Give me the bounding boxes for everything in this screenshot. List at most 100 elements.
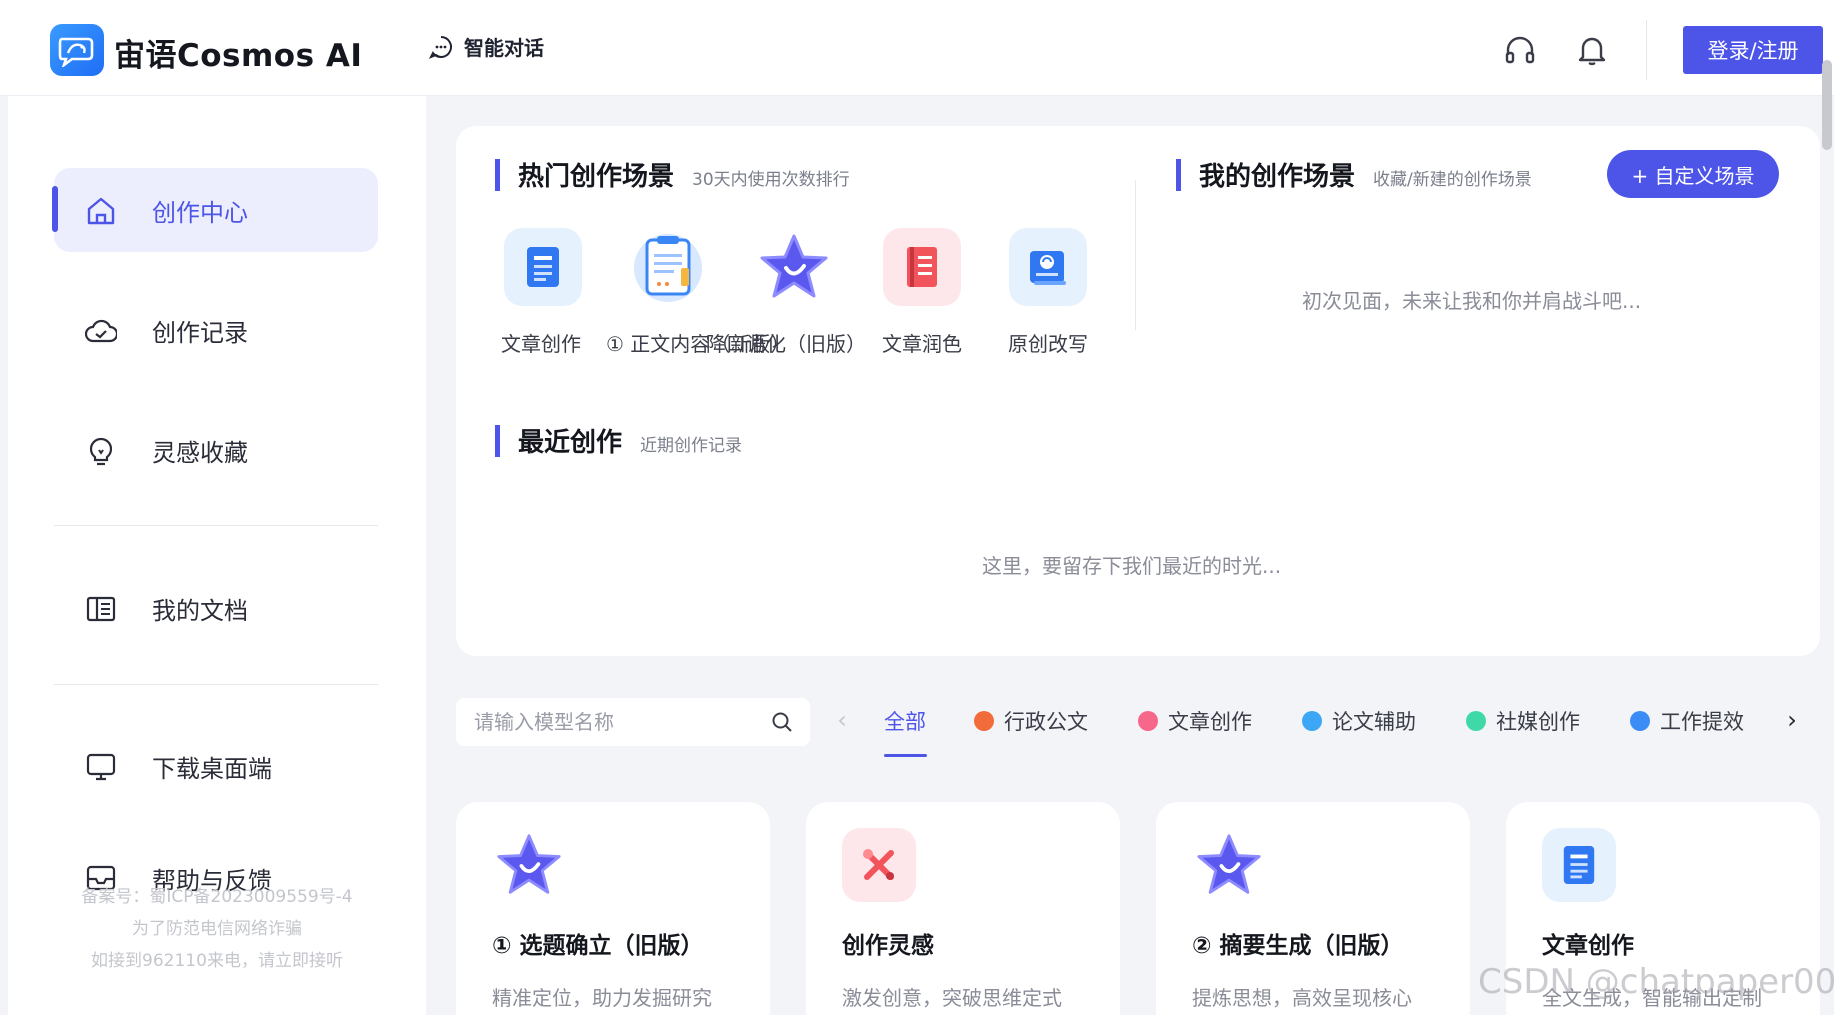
category-dot-icon	[1138, 711, 1158, 731]
category-tab-admin-docs[interactable]: 行政公文	[974, 706, 1088, 736]
category-tab-social[interactable]: 社媒创作	[1466, 706, 1580, 736]
heading-accent-bar	[495, 158, 500, 191]
sidebar-item-creation-records[interactable]: 创作记录	[54, 288, 378, 372]
sidebar-item-label: 创作中心	[152, 198, 248, 227]
hot-scene-label: 文章润色	[882, 332, 962, 356]
my-scenes-heading: 我的创作场景 收藏/新建的创作场景	[1176, 156, 1532, 193]
my-scenes-subtitle: 收藏/新建的创作场景	[1373, 170, 1532, 190]
recent-title: 最近创作	[518, 428, 623, 458]
login-register-button[interactable]: 登录/注册	[1683, 26, 1823, 74]
active-tab-underline	[884, 754, 927, 757]
my-scenes-title: 我的创作场景	[1199, 162, 1356, 192]
recent-heading: 最近创作 近期创作记录	[495, 422, 742, 459]
category-label: 文章创作	[1168, 710, 1252, 734]
home-icon	[84, 194, 118, 228]
hot-scene-label: 原创改写	[1008, 332, 1088, 356]
category-tab-all[interactable]: 全部	[884, 706, 926, 736]
hot-scene-item[interactable]: 降口语化（旧版）	[706, 228, 866, 356]
cloud-check-icon	[84, 314, 118, 348]
icp-record-text[interactable]: 备案号：蜀ICP备2023009559号-4	[8, 882, 426, 907]
heading-accent-bar	[495, 424, 500, 457]
sidebar-item-label: 下载桌面端	[152, 754, 272, 783]
bell-icon[interactable]	[1576, 34, 1608, 66]
sidebar-item-label: 灵感收藏	[152, 438, 248, 467]
model-card-desc: 激发创意，突破思维定式	[842, 986, 1062, 1010]
category-dot-icon	[1302, 711, 1322, 731]
document-icon	[504, 228, 582, 306]
recent-empty-text: 这里，要留存下我们最近的时光...	[982, 554, 1282, 578]
category-tab-productivity[interactable]: 工作提效	[1630, 706, 1744, 736]
category-label: 行政公文	[1004, 710, 1088, 734]
hot-scene-label: 文章创作	[501, 332, 581, 356]
fraud-hotline-text: 如接到962110来电，请立即接听	[91, 951, 343, 971]
sidebar: 创作中心 创作记录 灵感收藏 我的文档 下载桌面端 帮助与反馈 备案号：蜀ICP…	[8, 96, 426, 1015]
hot-scene-item[interactable]: ① 正文内容（新版）	[606, 228, 790, 356]
sidebar-item-inspiration[interactable]: 灵感收藏	[54, 408, 378, 492]
category-prev-arrow[interactable]: ‹	[828, 706, 856, 736]
my-scenes-empty-text: 初次见面，未来让我和你并肩战斗吧...	[1302, 289, 1642, 313]
model-search-input[interactable]	[474, 708, 754, 736]
book-icon	[84, 592, 118, 626]
model-card-desc: 提炼思想，高效呈现核心	[1192, 986, 1412, 1010]
model-card[interactable]: 创作灵感 激发创意，突破思维定式	[806, 802, 1120, 1015]
category-next-arrow[interactable]: ›	[1778, 706, 1806, 736]
model-card-desc: 精准定位，助力发掘研究	[492, 986, 712, 1010]
sidebar-item-label: 我的文档	[152, 596, 248, 625]
chat-bubble-icon	[428, 35, 452, 59]
model-card-title: 创作灵感	[842, 933, 934, 959]
top-header: 宙语Cosmos AI 智能对话 登录/注册	[0, 0, 1834, 96]
category-label: 工作提效	[1660, 710, 1744, 734]
section-divider	[1135, 180, 1136, 330]
sidebar-divider	[54, 525, 378, 526]
hot-scene-item[interactable]: 原创改写	[988, 228, 1108, 356]
category-dot-icon	[1630, 711, 1650, 731]
search-icon[interactable]	[770, 710, 794, 734]
model-card-title: 文章创作	[1542, 933, 1634, 959]
model-card[interactable]: ② 摘要生成（旧版） 提炼思想，高效呈现核心	[1156, 802, 1470, 1015]
heading-accent-bar	[1176, 158, 1181, 191]
model-search-box	[456, 698, 810, 746]
category-tab-paper[interactable]: 论文辅助	[1302, 706, 1416, 736]
hot-scenes-heading: 热门创作场景 30天内使用次数排行	[495, 156, 850, 193]
hot-scene-item[interactable]: 文章创作	[483, 228, 603, 356]
sidebar-item-creation-center[interactable]: 创作中心	[52, 168, 378, 252]
custom-scene-button[interactable]: + 自定义场景	[1607, 150, 1779, 198]
category-tab-article[interactable]: 文章创作	[1138, 706, 1252, 736]
smart-chat-link[interactable]: 智能对话	[428, 32, 544, 61]
category-label: 论文辅助	[1332, 710, 1416, 734]
hot-scenes-title: 热门创作场景	[518, 162, 675, 192]
model-card-title: ② 摘要生成（旧版）	[1192, 933, 1404, 959]
page-scrollbar[interactable]	[1822, 60, 1832, 150]
category-dot-icon	[974, 711, 994, 731]
model-card-title: ① 选题确立（旧版）	[492, 933, 704, 959]
monitor-icon	[84, 750, 118, 784]
fraud-warning-text: 为了防范电信网络诈骗	[132, 919, 302, 939]
headset-icon[interactable]	[1504, 34, 1536, 66]
sidebar-item-label: 创作记录	[152, 318, 248, 347]
category-dot-icon	[1466, 711, 1486, 731]
recent-subtitle: 近期创作记录	[640, 436, 743, 456]
clipboard-icon	[629, 228, 707, 306]
star-icon	[1192, 828, 1266, 902]
hot-scenes-subtitle: 30天内使用次数排行	[692, 170, 850, 190]
sidebar-divider	[54, 684, 378, 685]
tools-icon	[842, 828, 916, 902]
hot-scene-label: 降口语化（旧版）	[706, 332, 866, 356]
sidebar-item-my-docs[interactable]: 我的文档	[54, 566, 378, 650]
sidebar-item-download-desktop[interactable]: 下载桌面端	[54, 724, 378, 808]
hot-scene-item[interactable]: 文章润色	[862, 228, 982, 356]
brand-logo-icon[interactable]	[50, 24, 104, 76]
lightbulb-icon	[84, 434, 118, 468]
model-card[interactable]: ① 选题确立（旧版） 精准定位，助力发掘研究	[456, 802, 770, 1015]
star-icon	[492, 828, 566, 902]
brand-name: 宙语Cosmos AI	[114, 38, 363, 74]
star-icon	[755, 228, 833, 306]
watermark-text: CSDN @chatpaper001	[1478, 962, 1834, 1002]
category-label: 全部	[884, 710, 926, 734]
rewrite-doc-icon	[1009, 228, 1087, 306]
red-book-icon	[883, 228, 961, 306]
active-indicator	[52, 186, 58, 232]
smart-chat-label: 智能对话	[464, 36, 544, 60]
category-label: 社媒创作	[1496, 710, 1580, 734]
sidebar-item-help-feedback[interactable]: 帮助与反馈	[54, 836, 378, 920]
